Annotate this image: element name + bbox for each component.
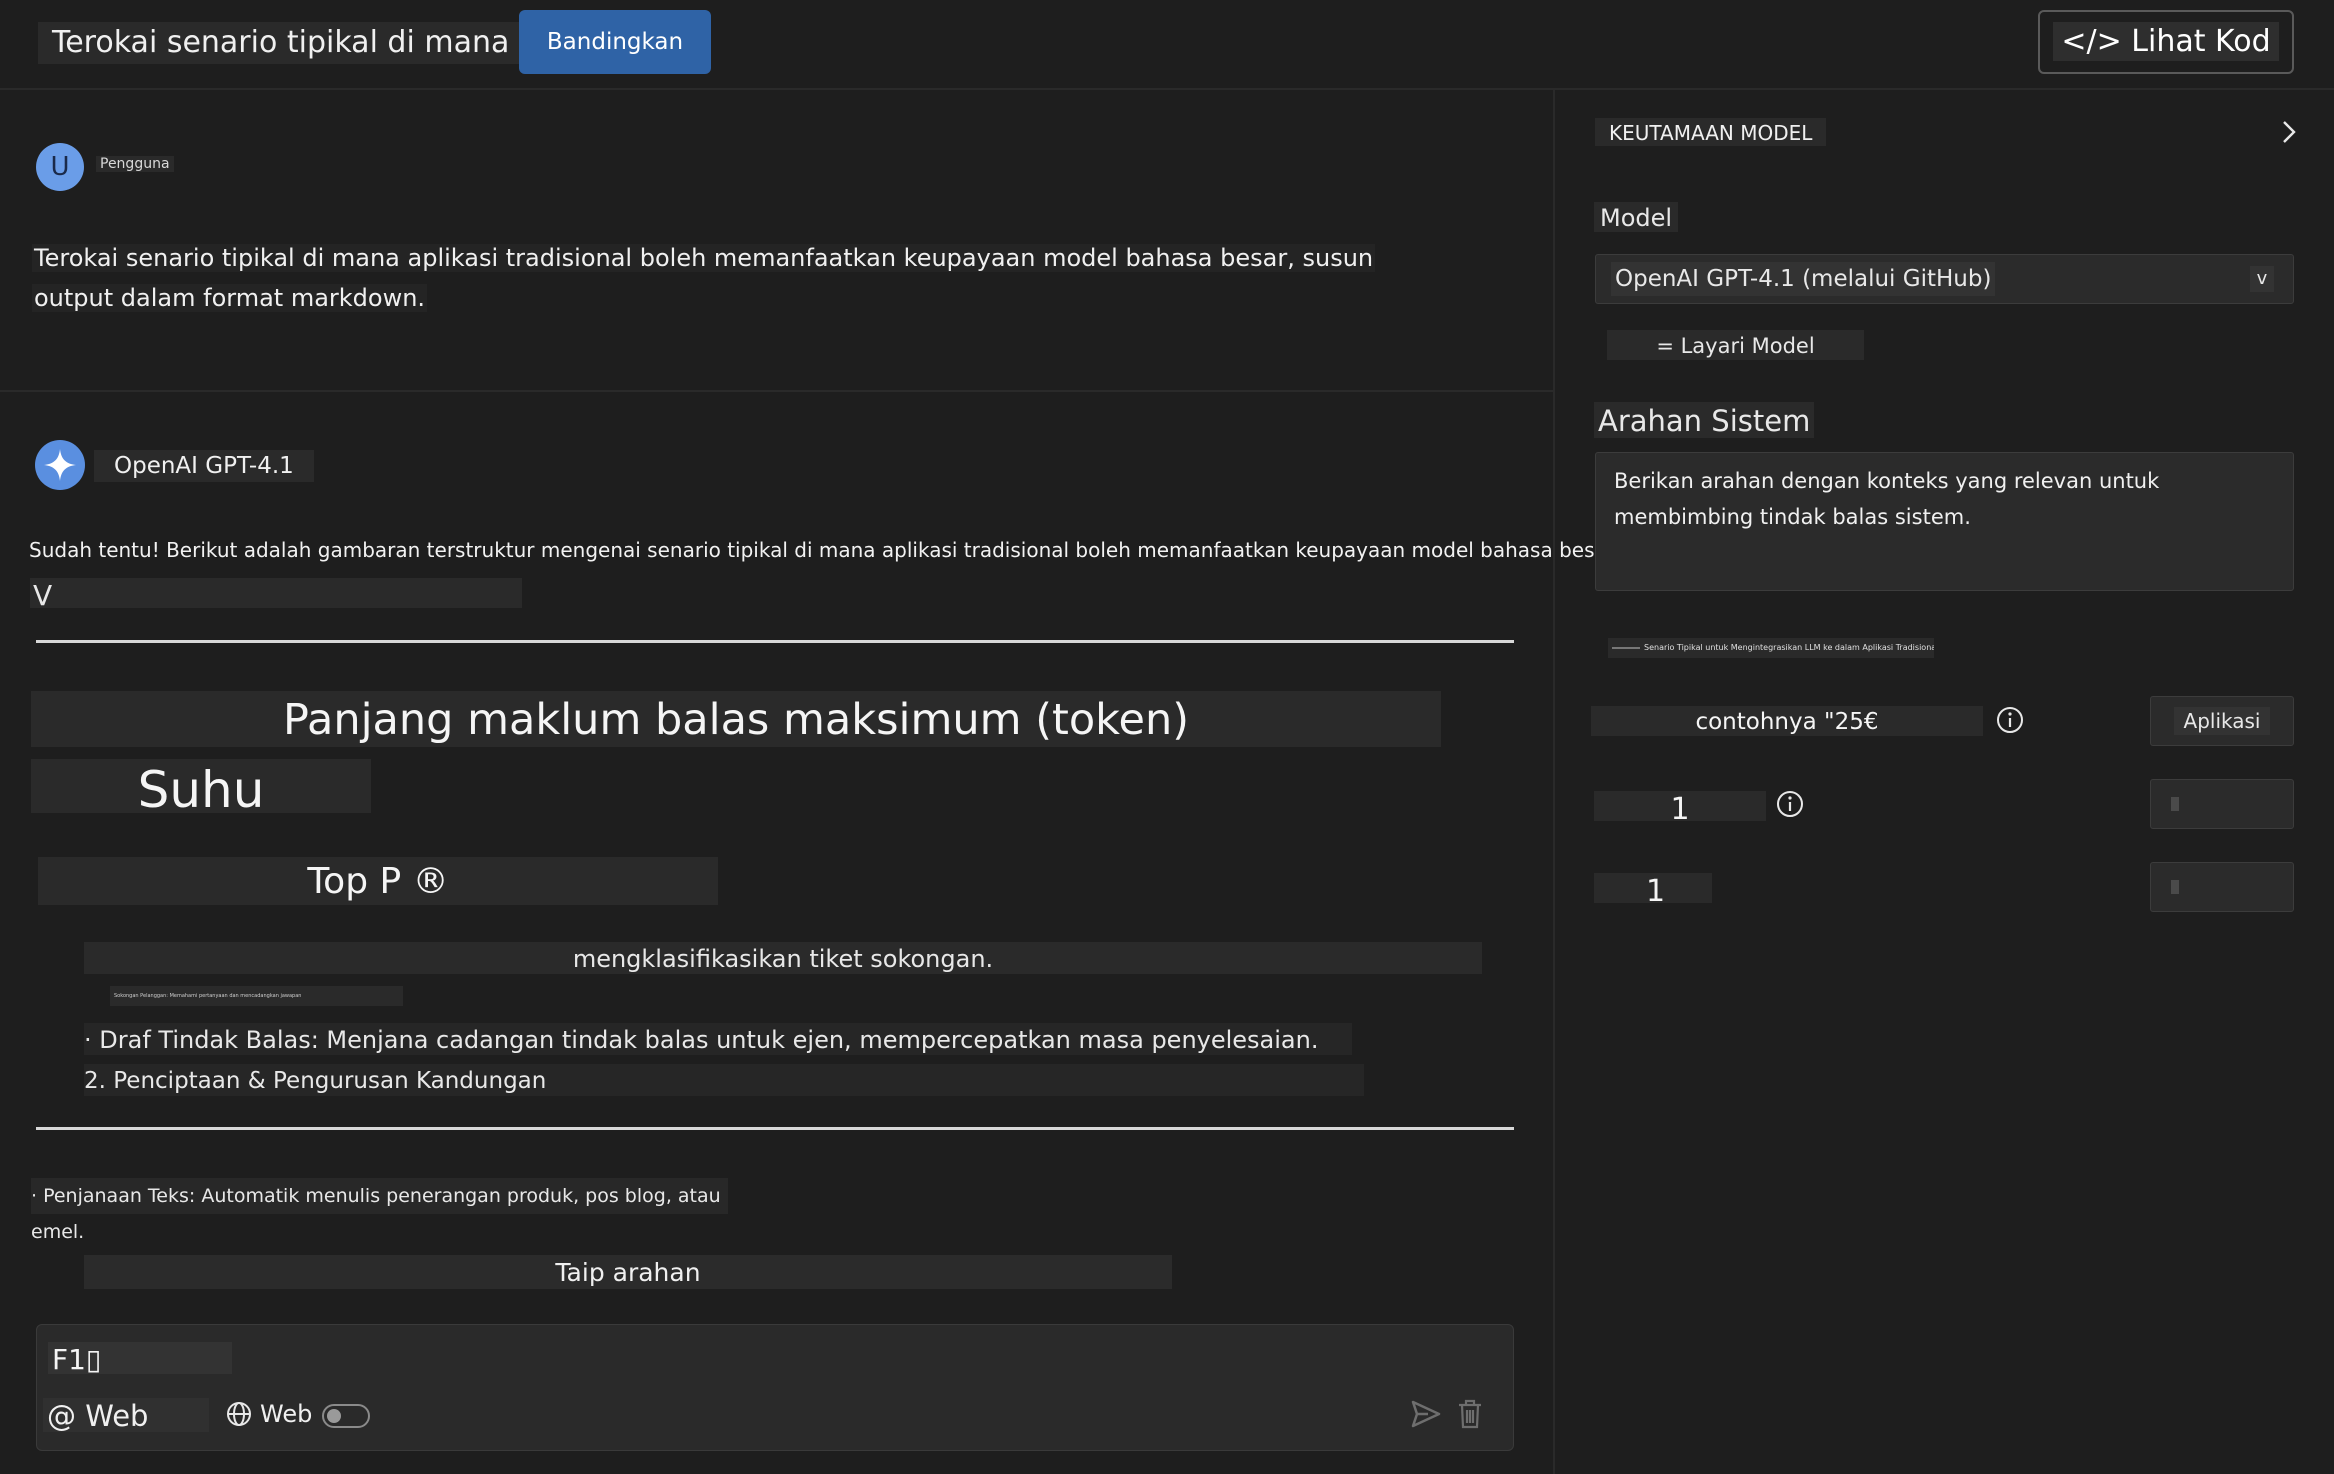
- model-label: Model: [1594, 202, 1679, 232]
- prompt-input[interactable]: F1▯: [48, 1342, 232, 1376]
- web-toggle-label: Web: [260, 1400, 313, 1428]
- temperature-input[interactable]: 1: [1594, 791, 1766, 827]
- scenario-caption: Senario Tipikal untuk Mengintegrasikan L…: [1608, 638, 1934, 658]
- user-message-text: Terokai senario tipikal di mana aplikasi…: [32, 238, 1492, 318]
- list-item-text-generation: · Penjanaan Teks: Automatik menulis pene…: [31, 1178, 728, 1243]
- user-avatar: U: [36, 143, 84, 191]
- web-mention[interactable]: @ Web: [43, 1398, 209, 1433]
- horizontal-rule: [36, 1127, 1514, 1130]
- view-code-button[interactable]: </> Lihat Kod: [2038, 10, 2294, 74]
- browse-models-link[interactable]: = Layari Model: [1607, 330, 1864, 360]
- send-icon[interactable]: [1410, 1398, 1442, 1430]
- globe-icon: [227, 1402, 251, 1426]
- chat-title[interactable]: Terokai senario tipikal di mana ...: [38, 22, 562, 64]
- system-prompt-textarea[interactable]: Berikan arahan dengan konteks yang relev…: [1595, 452, 2294, 591]
- prompt-input-box[interactable]: [36, 1324, 1514, 1451]
- classify-text: mengklasifikasikan tiket sokongan.: [84, 942, 1482, 974]
- apply-button-label: Aplikasi: [2173, 707, 2271, 735]
- view-code-label: </> Lihat Kod: [2053, 22, 2279, 61]
- heading-max-length: Panjang maklum balas maksimum (token): [31, 691, 1441, 747]
- panel-divider: [1553, 90, 1555, 1474]
- caption-dash: [1612, 647, 1640, 649]
- tiny-text-line: Sokongan Pelanggan: Memahami pertanyaan …: [110, 986, 403, 1006]
- top-p-value-box[interactable]: [2150, 862, 2294, 912]
- prompt-label: Taip arahan: [84, 1255, 1172, 1289]
- max-length-input[interactable]: contohnya "25€: [1591, 706, 1983, 736]
- temperature-value-box[interactable]: [2150, 779, 2294, 829]
- trash-icon[interactable]: [1456, 1398, 1484, 1430]
- chevron-down-icon[interactable]: v: [2250, 266, 2274, 292]
- assistant-model-name: OpenAI GPT-4.1: [94, 450, 314, 482]
- model-select-value[interactable]: OpenAI GPT-4.1 (melalui GitHub): [1611, 262, 1996, 296]
- sparkle-icon: [44, 449, 76, 481]
- apply-button[interactable]: Aplikasi: [2150, 696, 2294, 746]
- assistant-intro: Sudah tentu! Berikut adalah gambaran ter…: [29, 538, 1684, 562]
- user-message-line-2: output dalam format markdown.: [32, 284, 428, 312]
- top-p-input[interactable]: 1: [1594, 873, 1712, 909]
- value-marker: [2171, 880, 2179, 894]
- assistant-marker: V: [30, 578, 522, 612]
- heading-temperature: Suhu: [31, 759, 371, 819]
- chevron-right-icon[interactable]: [2278, 118, 2300, 146]
- heading-top-p: Top P ®: [38, 857, 718, 905]
- user-author-label: Pengguna: [96, 156, 174, 172]
- value-marker: [2171, 797, 2179, 811]
- compare-button[interactable]: Bandingkan: [519, 10, 711, 74]
- horizontal-rule: [36, 640, 1514, 643]
- list-item-draft: · Draf Tindak Balas: Menjana cadangan ti…: [84, 1023, 1352, 1055]
- scenario-caption-text: Senario Tipikal untuk Mengintegrasikan L…: [1644, 643, 1934, 652]
- info-icon[interactable]: [1776, 790, 1804, 818]
- model-settings-title: KEUTAMAAN MODEL: [1595, 118, 1827, 146]
- info-icon[interactable]: [1996, 706, 2024, 734]
- web-toggle-switch[interactable]: [322, 1404, 370, 1428]
- user-message-line-1: Terokai senario tipikal di mana aplikasi…: [32, 244, 1376, 272]
- message-separator: [0, 390, 1553, 392]
- toggle-knob: [327, 1409, 341, 1423]
- assistant-avatar: [35, 440, 85, 490]
- system-prompt-label: Arahan Sistem: [1594, 402, 1815, 438]
- list-item-content-creation: 2. Penciptaan & Pengurusan Kandungan: [84, 1064, 1364, 1096]
